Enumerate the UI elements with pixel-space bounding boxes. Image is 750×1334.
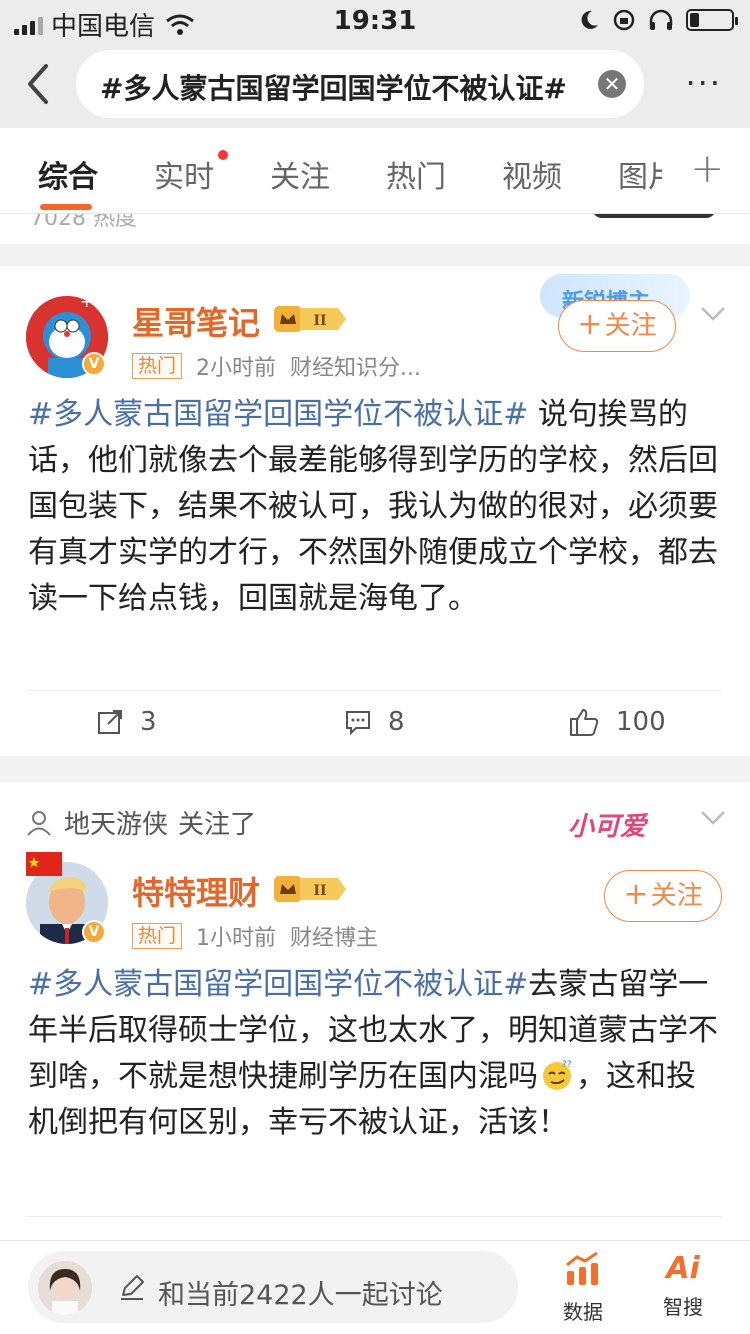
post-meta: 热门 2小时前 财经知识分... [132,350,421,382]
post-time: 2小时前 [196,356,277,381]
active-tab-indicator [40,204,92,210]
user-avatar[interactable] [38,1261,92,1315]
svg-text:??: ?? [562,1060,572,1070]
search-input[interactable]: #多人蒙古国留学回国学位不被认证# ✕ [76,50,644,118]
status-right [578,8,738,32]
recommend-action: 关注了 [178,810,257,840]
topic-link[interactable]: #多人蒙古国留学回国学位不被认证# [28,397,528,432]
svg-text:II: II [313,883,326,899]
username[interactable]: 特特理财 [132,868,260,914]
hot-tag: 热门 [132,353,183,379]
tab-realtime[interactable]: 实时 [154,152,214,196]
like-count: 100 [616,707,666,737]
battery-icon [686,9,738,31]
pencil-icon [121,1275,144,1300]
portrait-avatar-icon [38,1261,92,1315]
bottom-bar: 和当前2422人一起讨论 数据 Ai 智搜 [0,1240,750,1334]
recommend-user[interactable]: 地天游侠 [64,804,168,841]
post-card: 地天游侠 关注了 小可爱 V 特特理财 II 热门 1小时前 财经博主 +关注 … [0,782,750,1240]
tab-hot[interactable]: 热门 [386,152,446,196]
post-actions: 3 8 100 [28,690,722,756]
new-dot-badge [218,150,228,160]
post-source: 财经博主 [290,926,379,951]
more-menu-icon[interactable]: ··· [685,64,722,102]
post-time: 1小时前 [196,926,277,951]
post-source: 财经知识分... [290,356,421,381]
thumbs-up-icon [570,709,599,736]
tab-bar: 综合 实时 关注 热门 视频 图片 + [0,128,750,214]
verified-badge-icon: V [82,920,106,944]
follow-button[interactable]: +关注 [558,300,676,352]
back-arrow-icon[interactable] [22,62,54,106]
clear-icon[interactable]: ✕ [598,70,626,98]
ai-icon: Ai [666,1251,700,1286]
verified-badge-icon: V [82,352,106,376]
avatar-badge: +1 [80,292,104,311]
ai-label: 智搜 [663,1295,703,1319]
rotation-lock-icon [613,9,635,31]
comment-count: 8 [388,707,405,737]
recommend-line: 地天游侠 关注了 [26,804,256,841]
data-label: 数据 [563,1300,603,1324]
discuss-placeholder: 和当前2422人一起讨论 [158,1280,443,1311]
moon-icon [581,10,598,29]
previous-card: 7028 热度 [0,214,750,244]
post-meta: 热门 1小时前 财经博主 [132,920,378,952]
repost-icon [98,710,122,734]
comment-button[interactable]: 8 [344,707,405,737]
tab-video[interactable]: 视频 [502,152,562,196]
headphones-icon [649,9,673,30]
vip-crown-icon: II [274,306,346,332]
tab-comprehensive[interactable]: 综合 [38,152,98,196]
cute-badge: 小可爱 [568,812,647,842]
status-bar: 中国电信 19:31 [0,0,750,42]
svg-text:II: II [313,313,326,329]
post-card: +1 V 星哥笔记 II 热门 2小时前 财经知识分... 新锐博主 +关注 #… [0,266,750,756]
data-button[interactable]: 数据 [548,1251,618,1325]
smirk-emoji-icon: ?? [543,1060,572,1090]
topic-link[interactable]: #多人蒙古国留学回国学位不被认证# [28,967,528,1002]
comment-icon [346,711,370,736]
username[interactable]: 星哥笔记 [132,298,260,344]
add-tab-icon[interactable]: + [690,146,724,192]
discuss-input[interactable]: 和当前2422人一起讨论 [28,1251,518,1323]
search-query-text: #多人蒙古国留学回国学位不被认证# [100,72,567,105]
follow-button[interactable]: +关注 [604,870,722,922]
chevron-down-icon[interactable] [700,810,726,826]
previous-card-button[interactable] [592,214,716,218]
hot-tag: 热门 [132,923,183,949]
repost-button[interactable]: 3 [96,707,157,737]
previous-card-text: 7028 热度 [30,214,137,231]
flag-icon [26,852,62,876]
data-chart-icon [566,1251,598,1285]
tab-following[interactable]: 关注 [270,152,330,196]
ai-search-button[interactable]: Ai 智搜 [648,1251,718,1320]
like-button[interactable]: 100 [568,707,666,737]
vip-crown-icon: II [274,876,346,902]
repost-count: 3 [140,707,157,737]
search-header: #多人蒙古国留学回国学位不被认证# ✕ ··· [0,40,750,128]
post-body: #多人蒙古国留学回国学位不被认证#去蒙古留学一年半后取得硕士学位，这也太水了，明… [28,962,722,1146]
tab-images[interactable]: 图片 [618,152,662,196]
post-body: #多人蒙古国留学回国学位不被认证# 说句挨骂的话，他们就像去个最差能够得到学历的… [28,392,722,622]
chevron-down-icon[interactable] [700,306,726,322]
user-icon [27,810,51,836]
